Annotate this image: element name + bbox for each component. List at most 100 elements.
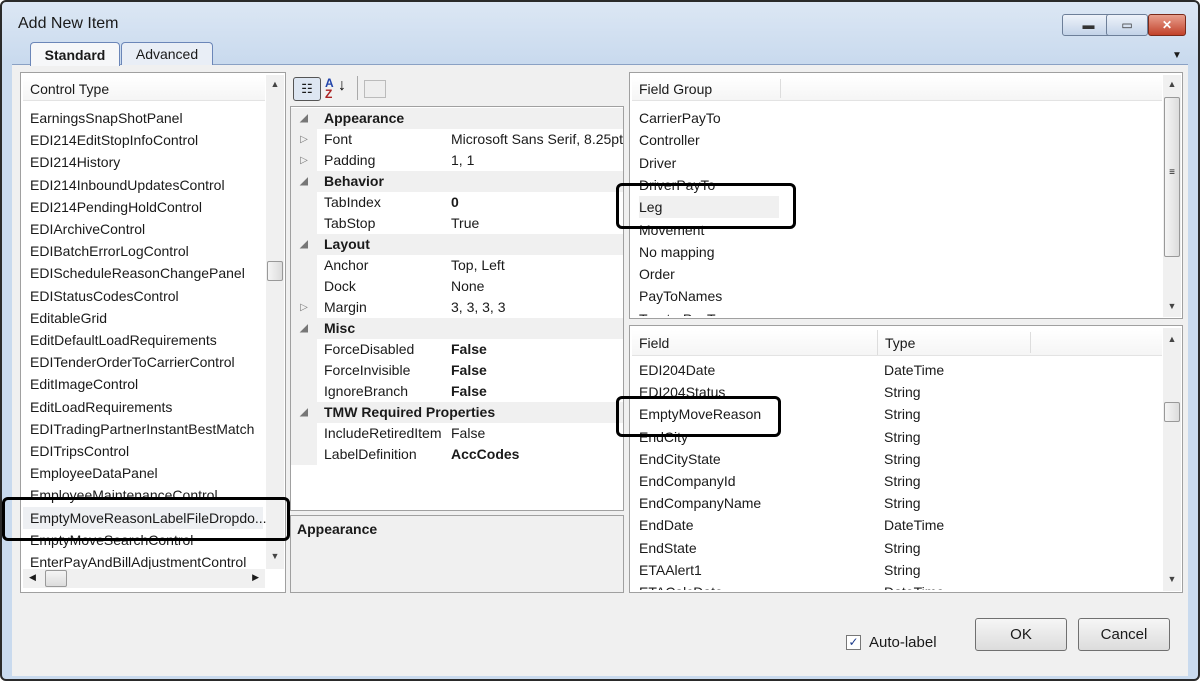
control-type-header[interactable]: Control Type — [23, 77, 265, 101]
tab-dropdown-icon[interactable]: ▼ — [1172, 50, 1182, 61]
control-type-item[interactable]: EDITripsControl — [30, 440, 129, 462]
field-row[interactable]: EndCityState String — [630, 448, 1162, 470]
field-row[interactable]: EndState String — [630, 537, 1162, 559]
field-group-list[interactable]: Field Group CarrierPayTo Controller Driver… — [629, 72, 1183, 319]
property-pages-button[interactable] — [364, 80, 386, 98]
property-value[interactable]: False — [451, 360, 487, 381]
field-group-item[interactable]: Controller — [639, 129, 700, 151]
field-group-vscrollbar[interactable]: ▲ ≡ ▼ — [1163, 75, 1181, 317]
collapse-icon[interactable]: ◢ — [291, 234, 317, 255]
field-group-item[interactable]: Movement — [639, 219, 704, 241]
control-type-item[interactable]: EDIScheduleReasonChangePanel — [30, 262, 245, 284]
field-row[interactable]: EmptyMoveReason String — [630, 403, 1162, 425]
ok-button[interactable]: OK — [975, 618, 1067, 651]
expand-icon[interactable]: ▷ — [291, 297, 317, 318]
control-type-hscrollbar[interactable]: ◀ ▶ — [23, 569, 265, 588]
control-type-item[interactable]: EDI214InboundUpdatesControl — [30, 174, 225, 196]
cancel-button[interactable]: Cancel — [1078, 618, 1170, 651]
field-group-item[interactable]: No mapping — [639, 241, 715, 263]
field-group-item[interactable]: Driver — [639, 152, 676, 174]
property-value[interactable]: Microsoft Sans Serif, 8.25pt — [451, 129, 623, 150]
collapse-icon[interactable]: ◢ — [291, 108, 317, 129]
property-value[interactable]: False — [451, 423, 485, 444]
property-value[interactable]: False — [451, 339, 487, 360]
auto-label-checkbox[interactable]: ✓ — [846, 635, 861, 650]
field-row[interactable]: EndDate DateTime — [630, 514, 1162, 536]
field-row[interactable]: EndCity String — [630, 426, 1162, 448]
property-value[interactable]: Top, Left — [451, 255, 505, 276]
scroll-down-icon[interactable]: ▼ — [1163, 301, 1181, 311]
categorized-view-button[interactable]: ☷ — [293, 77, 321, 101]
scroll-thumb[interactable] — [1164, 402, 1180, 422]
property-value[interactable]: 3, 3, 3, 3 — [451, 297, 505, 318]
field-row[interactable]: EDI204Date DateTime — [630, 359, 1162, 381]
control-type-item[interactable]: EDIArchiveControl — [30, 218, 145, 240]
property-row[interactable]: IncludeRetiredItem False — [291, 423, 623, 444]
hscroll-thumb[interactable] — [45, 570, 67, 587]
field-row[interactable]: EDI204Status String — [630, 381, 1162, 403]
property-row[interactable]: TabStop True — [291, 213, 623, 234]
property-row[interactable]: LabelDefinition AccCodes — [291, 444, 623, 465]
scroll-right-icon[interactable]: ▶ — [252, 572, 259, 583]
property-row[interactable]: ▷ Padding 1, 1 — [291, 150, 623, 171]
scroll-up-icon[interactable]: ▲ — [1163, 79, 1181, 89]
property-value[interactable]: None — [451, 276, 484, 297]
fields-table[interactable]: Field Type EDI204Date DateTime EDI204Statu… — [629, 325, 1183, 593]
control-type-item[interactable]: EditableGrid — [30, 307, 107, 329]
expand-icon[interactable]: ▷ — [291, 150, 317, 171]
scroll-up-icon[interactable]: ▲ — [266, 79, 284, 89]
control-type-item[interactable]: EDIBatchErrorLogControl — [30, 240, 189, 262]
property-category[interactable]: ◢ Misc — [291, 318, 623, 339]
field-group-item[interactable]: CarrierPayTo — [639, 107, 721, 129]
field-group-item[interactable]: Leg — [639, 196, 779, 219]
field-group-item[interactable]: TractorPayTo — [639, 308, 722, 316]
control-type-item[interactable]: EDI214PendingHoldControl — [30, 196, 202, 218]
expand-icon[interactable]: ▷ — [291, 129, 317, 150]
scroll-thumb[interactable] — [267, 261, 283, 281]
control-type-vscrollbar[interactable]: ▲ ▼ — [266, 75, 284, 569]
collapse-icon[interactable]: ◢ — [291, 402, 317, 423]
property-row[interactable]: TabIndex 0 — [291, 192, 623, 213]
column-header-type[interactable]: Type — [877, 330, 915, 355]
scroll-down-icon[interactable]: ▼ — [1163, 574, 1181, 584]
property-row[interactable]: ForceInvisible False — [291, 360, 623, 381]
tab-advanced[interactable]: Advanced — [121, 42, 213, 65]
scroll-thumb[interactable]: ≡ — [1164, 97, 1180, 257]
field-group-header[interactable]: Field Group — [632, 77, 1162, 101]
collapse-icon[interactable]: ◢ — [291, 171, 317, 192]
field-group-item[interactable]: DriverPayTo — [639, 174, 715, 196]
field-row[interactable]: EndCompanyName String — [630, 492, 1162, 514]
property-category[interactable]: ◢ Layout — [291, 234, 623, 255]
property-row[interactable]: ▷ Font Microsoft Sans Serif, 8.25pt — [291, 129, 623, 150]
maximize-button[interactable]: ▭ — [1106, 14, 1148, 36]
property-category[interactable]: ◢ Behavior — [291, 171, 623, 192]
control-type-item[interactable]: EDITradingPartnerInstantBestMatch — [30, 418, 254, 440]
control-type-item[interactable]: EmployeeMaintenanceControl — [30, 484, 218, 506]
collapse-icon[interactable]: ◢ — [291, 318, 317, 339]
control-type-item[interactable]: EditDefaultLoadRequirements — [30, 329, 217, 351]
tab-standard[interactable]: Standard — [30, 42, 120, 66]
property-row[interactable]: Anchor Top, Left — [291, 255, 623, 276]
property-row[interactable]: Dock None — [291, 276, 623, 297]
close-button[interactable]: ✕ — [1148, 14, 1186, 36]
control-type-item[interactable]: EDITenderOrderToCarrierControl — [30, 351, 235, 373]
alphabetical-sort-button[interactable]: A Z ↓ — [325, 77, 346, 100]
property-value[interactable]: 0 — [451, 192, 459, 213]
control-type-item[interactable]: EditLoadRequirements — [30, 396, 172, 418]
control-type-item[interactable]: EmptyMoveSearchControl — [30, 529, 193, 551]
control-type-item[interactable]: EDIStatusCodesControl — [30, 285, 179, 307]
control-type-item[interactable]: EmptyMoveReasonLabelFileDropdo... — [23, 506, 267, 529]
control-type-item[interactable]: EmployeeDataPanel — [30, 462, 158, 484]
field-group-item[interactable]: Order — [639, 263, 675, 285]
property-row[interactable]: ▷ Margin 3, 3, 3, 3 — [291, 297, 623, 318]
property-value[interactable]: True — [451, 213, 479, 234]
property-row[interactable]: IgnoreBranch False — [291, 381, 623, 402]
property-category[interactable]: ◢ Appearance — [291, 108, 623, 129]
property-row[interactable]: ForceDisabled False — [291, 339, 623, 360]
field-row[interactable]: ETACalcDate DateTime — [630, 581, 1162, 590]
control-type-item[interactable]: EarningsSnapShotPanel — [30, 107, 183, 129]
scroll-up-icon[interactable]: ▲ — [1163, 334, 1181, 344]
column-header-field[interactable]: Field — [639, 335, 669, 351]
property-value[interactable]: False — [451, 381, 487, 402]
control-type-list[interactable]: Control Type EarningsSnapShotPanel EDI214… — [20, 72, 286, 593]
